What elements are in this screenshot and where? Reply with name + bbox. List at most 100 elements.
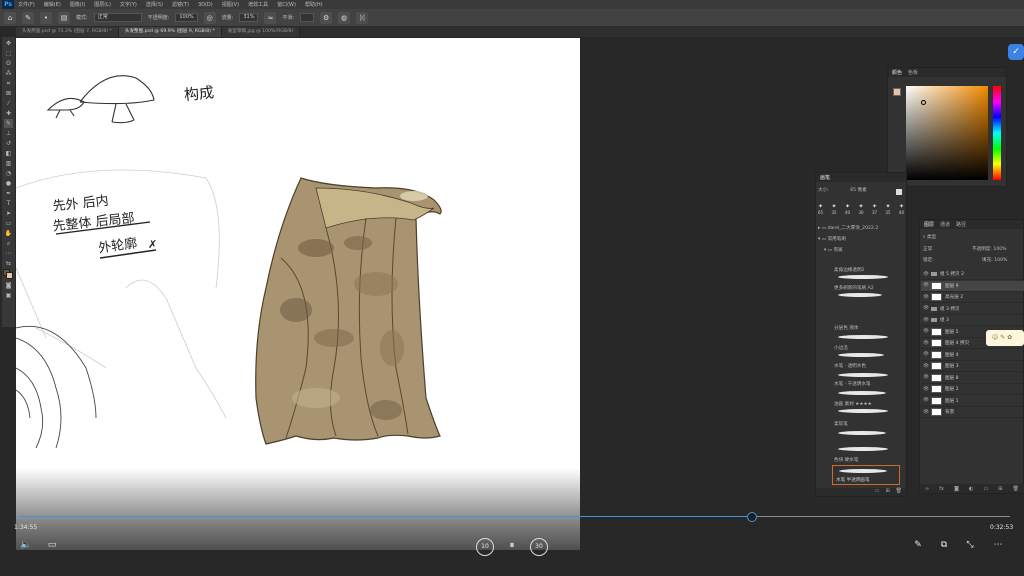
- menu-window[interactable]: 窗口(W): [277, 1, 296, 8]
- floating-tip-widget[interactable]: ☺ ✎ ✿: [986, 330, 1024, 346]
- brush-tip[interactable]: ✦ 65: [818, 203, 823, 219]
- brush-tip[interactable]: ✦ 40: [845, 203, 850, 219]
- gradient-tool-icon[interactable]: ▥: [4, 159, 13, 168]
- background-swatch[interactable]: [6, 272, 13, 279]
- visibility-eye-icon[interactable]: 👁: [923, 329, 929, 334]
- flow-field[interactable]: 31%: [239, 13, 259, 22]
- layer-row[interactable]: 👁 背景: [921, 407, 1024, 418]
- layer-row[interactable]: 👁 图层 8: [921, 373, 1024, 384]
- eraser-icon[interactable]: ◧: [4, 149, 13, 158]
- layer-filter-row[interactable]: ⌕ 类型: [923, 234, 936, 240]
- rectangle-tool-icon[interactable]: ▭: [4, 219, 13, 228]
- eyedropper-icon[interactable]: ⁄: [4, 99, 13, 108]
- airbrush-icon[interactable]: ≈: [264, 11, 277, 24]
- brush-size-value[interactable]: 65 像素: [850, 188, 867, 193]
- visibility-eye-icon[interactable]: 👁: [923, 295, 929, 300]
- visibility-eye-icon[interactable]: 👁: [923, 318, 929, 323]
- visibility-eye-icon[interactable]: 👁: [923, 364, 929, 369]
- dodge-tool-icon[interactable]: ●: [4, 179, 13, 188]
- visibility-eye-icon[interactable]: 👁: [923, 306, 929, 311]
- link-layers-icon[interactable]: ∞: [925, 486, 929, 492]
- brush-item[interactable]: 柔角边缘透明2: [818, 267, 904, 273]
- menu-plugins[interactable]: 增效工具: [248, 1, 268, 8]
- quick-mask-icon[interactable]: ◙: [4, 281, 13, 290]
- edit-pen-icon[interactable]: ✎: [910, 540, 926, 550]
- layer-style-icon[interactable]: fx: [939, 486, 944, 492]
- healing-brush-icon[interactable]: ✚: [4, 109, 13, 118]
- visibility-eye-icon[interactable]: 👁: [923, 283, 929, 288]
- visibility-eye-icon[interactable]: 👁: [923, 341, 929, 346]
- brush-tip[interactable]: ✦ 37: [872, 203, 877, 219]
- visibility-eye-icon[interactable]: 👁: [923, 272, 929, 277]
- visibility-eye-icon[interactable]: 👁: [923, 410, 929, 415]
- delete-layer-icon[interactable]: 🗑: [1013, 486, 1019, 492]
- menu-select[interactable]: 选择(S): [146, 1, 163, 8]
- doc-tab-active[interactable]: 头发整图.psd @ 69.9% (图层 9, RGB/8) *: [118, 27, 222, 37]
- brush-item-selected[interactable]: 水笔 半透明画笔: [832, 465, 900, 485]
- brush-tool-icon[interactable]: ✎: [22, 11, 34, 24]
- more-tools-icon[interactable]: ⋯: [4, 249, 13, 258]
- color-saturation-field[interactable]: [906, 86, 988, 180]
- video-scrubber-knob[interactable]: [747, 512, 757, 522]
- layer-row[interactable]: 👁 图层 2: [921, 384, 1024, 395]
- skip-forward-button[interactable]: 30: [530, 538, 548, 556]
- picture-in-picture-icon[interactable]: ⧉: [936, 540, 952, 550]
- brush-item[interactable]: 分层色 液体: [818, 325, 904, 331]
- new-brush-icon[interactable]: ⊞: [885, 488, 889, 496]
- menu-edit[interactable]: 编辑(E): [44, 1, 61, 8]
- app-shortcut-icon[interactable]: ✓: [1008, 44, 1024, 60]
- subtitles-icon[interactable]: ▭: [44, 540, 60, 550]
- layer-filter-select[interactable]: 类型: [927, 235, 936, 240]
- visibility-eye-icon[interactable]: 👁: [923, 398, 929, 403]
- brush-group[interactable]: ▸ ▭ darel_二大厚涂_2022.2: [818, 225, 904, 231]
- opacity-field[interactable]: 100%: [175, 13, 198, 22]
- menu-type[interactable]: 文字(Y): [120, 1, 137, 8]
- adjustment-layer-icon[interactable]: ◐: [969, 486, 973, 492]
- color-picker-knob[interactable]: [921, 100, 926, 105]
- color-fg-swatch[interactable]: [893, 88, 901, 96]
- layer-row[interactable]: 👁 组 5 拷贝 2: [921, 269, 1024, 280]
- type-tool-icon[interactable]: T: [4, 199, 13, 208]
- menu-filter[interactable]: 滤镜(T): [172, 1, 189, 8]
- more-options-icon[interactable]: ⋯: [988, 540, 1008, 550]
- layer-row[interactable]: 👁 组 3 拷贝: [921, 304, 1024, 315]
- pen-tool-icon[interactable]: ✒: [4, 189, 13, 198]
- new-layer-icon[interactable]: ⊞: [998, 486, 1002, 492]
- brush-preset-icon[interactable]: •: [40, 11, 52, 24]
- brush-group[interactable]: ▾ ▭ 常用笔刷: [818, 236, 904, 242]
- path-select-icon[interactable]: ➤: [4, 209, 13, 218]
- smoothing-field[interactable]: [300, 13, 315, 22]
- menu-3d[interactable]: 3D(D): [198, 2, 213, 8]
- tab-layers[interactable]: 图层: [924, 221, 934, 228]
- layer-opacity-field[interactable]: 100%: [993, 247, 1006, 252]
- brush-item[interactable]: 更多刷新的笔刷 A2: [818, 285, 904, 291]
- tab-color[interactable]: 颜色: [892, 69, 902, 76]
- layer-blend-select[interactable]: 正常: [923, 246, 963, 252]
- menu-file[interactable]: 文件(F): [18, 1, 35, 8]
- marquee-tool-icon[interactable]: ⬚: [4, 49, 13, 58]
- pressure-size-icon[interactable]: ◍: [338, 11, 351, 24]
- skip-back-button[interactable]: 10: [476, 538, 494, 556]
- brush-item[interactable]: 柔软笔: [818, 421, 904, 427]
- menu-view[interactable]: 视图(V): [222, 1, 239, 8]
- brush-item[interactable]: 水笔 · 透明水色: [818, 363, 904, 369]
- lasso-tool-icon[interactable]: ʘ: [4, 59, 13, 68]
- brush-tip[interactable]: ✦ 40: [899, 203, 904, 219]
- tab-paths[interactable]: 路径: [956, 221, 966, 228]
- layer-mask-icon[interactable]: ◙: [954, 486, 959, 492]
- brush-tip[interactable]: ✦ 35: [885, 203, 890, 219]
- visibility-eye-icon[interactable]: 👁: [923, 387, 929, 392]
- swap-colors-icon[interactable]: ⇆: [4, 259, 13, 268]
- brush-item[interactable]: 水笔 · 干透明水笔: [818, 381, 904, 387]
- blur-tool-icon[interactable]: ◔: [4, 169, 13, 178]
- symmetry-icon[interactable]: ᛞ: [356, 11, 369, 24]
- hue-slider[interactable]: [993, 86, 1001, 180]
- brush-item[interactable]: 油画 素材 ★★★★: [818, 401, 904, 407]
- visibility-eye-icon[interactable]: 👁: [923, 375, 929, 380]
- layer-row[interactable]: 👁 高光层 2: [921, 292, 1024, 303]
- brush-settings-icon[interactable]: ▤: [58, 11, 70, 24]
- doc-tab[interactable]: 头发原画.psd @ 73.3% (图层 7, RGB/8) *: [16, 27, 119, 37]
- tab-brushes[interactable]: 画笔: [820, 174, 830, 181]
- volume-icon[interactable]: 🔈: [18, 540, 34, 550]
- brush-tip[interactable]: ✦ 35: [831, 203, 836, 219]
